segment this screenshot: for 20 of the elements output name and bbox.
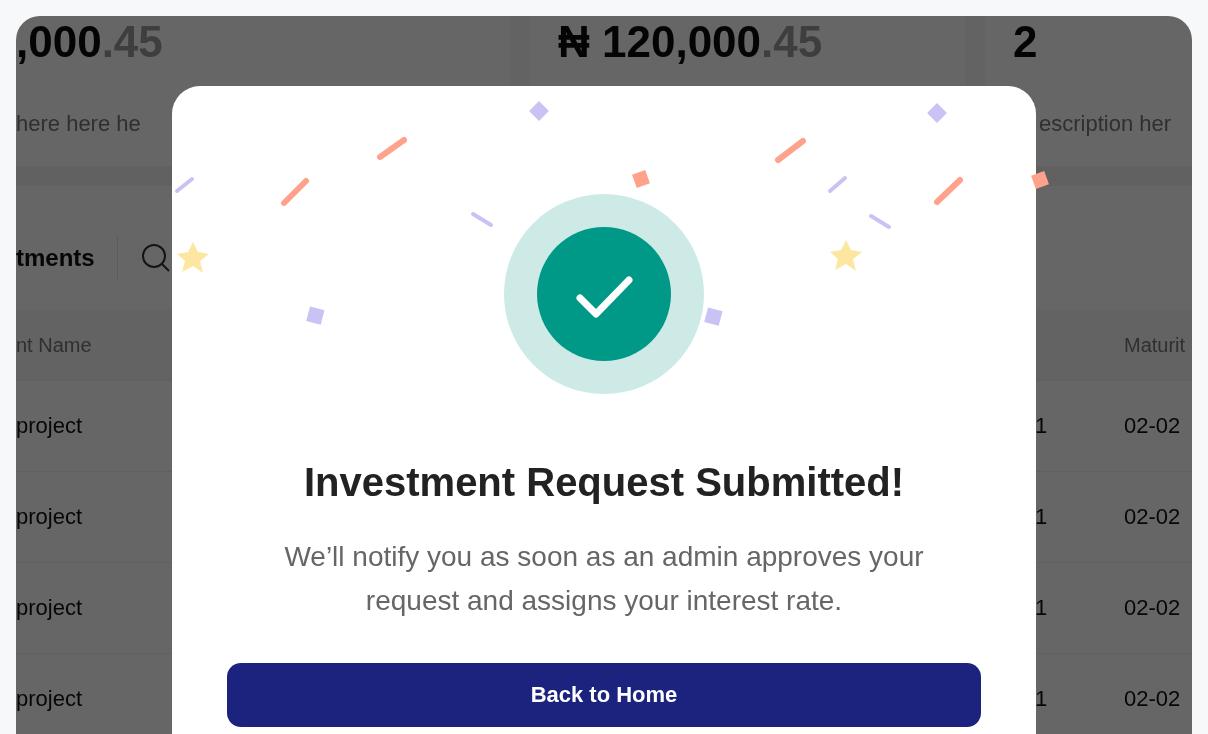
search-field[interactable] — [116, 236, 170, 280]
back-home-button[interactable]: Back to Home — [227, 663, 981, 727]
table-cell: project — [16, 686, 83, 712]
table-cell: project — [16, 595, 83, 621]
table-cell: 1 — [1035, 595, 1048, 621]
table-cell: 02-02 — [1124, 686, 1181, 712]
table-cell: 1 — [1035, 686, 1048, 712]
table-cell: 1 — [1035, 413, 1048, 439]
search-icon — [141, 244, 170, 272]
stat-amount: 2 — [1013, 16, 1039, 68]
table-cell: project — [16, 413, 83, 439]
table-cell: 02-02 — [1124, 504, 1181, 530]
table-cell: project — [16, 504, 83, 530]
table-cell: 02-02 — [1124, 595, 1181, 621]
table-cell: 1 — [1035, 504, 1048, 530]
section-title: tments — [16, 244, 95, 272]
table-cell: 02-02 — [1124, 413, 1181, 439]
check-circle-icon — [504, 194, 704, 394]
dialog-message: We’ll notify you as soon as an admin approves your request and assigns your interest rate. — [283, 540, 925, 618]
dialog-title: Investment Request Submitted! — [303, 460, 905, 505]
